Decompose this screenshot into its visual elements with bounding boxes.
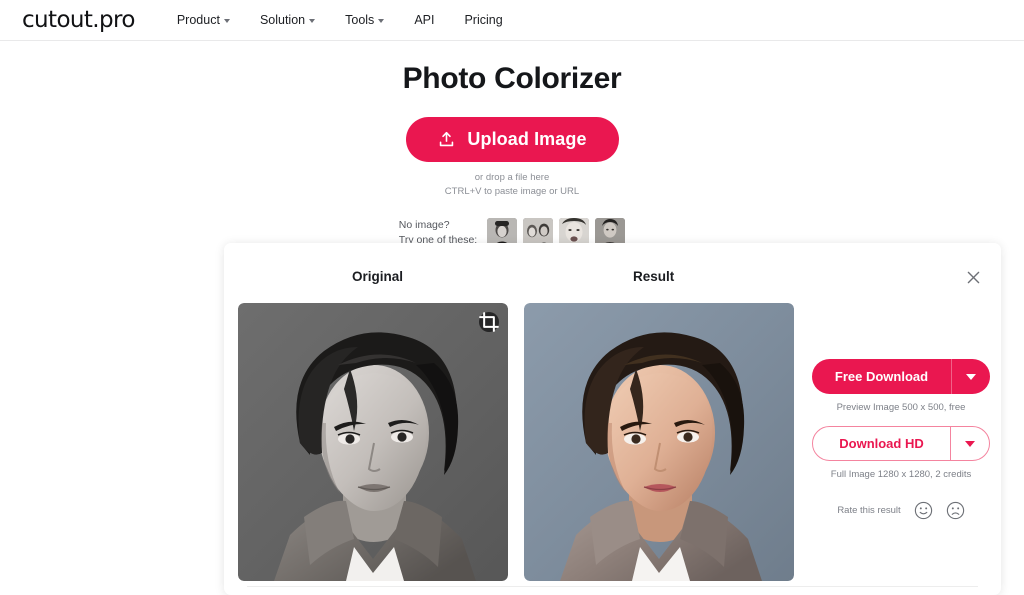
close-icon (967, 271, 979, 283)
upload-button-label: Upload Image (467, 129, 587, 149)
rate-result-label: Rate this result (837, 505, 901, 516)
crop-icon (479, 312, 499, 332)
nav-item-label: Solution (259, 13, 306, 27)
crop-image-button[interactable] (479, 312, 499, 332)
nav-item-label: Pricing (464, 13, 503, 27)
drop-hint-line-2: CTRL+V to paste image or URL (444, 185, 580, 197)
download-hd-dropdown-toggle[interactable] (951, 427, 989, 460)
free-download-dropdown-toggle[interactable] (952, 359, 990, 394)
free-download-button[interactable]: Free Download (812, 359, 990, 394)
nav-item-pricing[interactable]: Pricing (464, 13, 502, 27)
rate-result-row: Rate this result (812, 501, 990, 520)
main-navigation: Product Solution Tools API Pricing (177, 13, 503, 27)
drop-hint-line-1: or drop a file here (474, 172, 550, 183)
nav-item-label: Product (176, 13, 220, 27)
upload-image-button[interactable]: Upload Image (405, 117, 619, 162)
drop-file-hint: or drop a file here CTRL+V to paste imag… (0, 171, 1024, 199)
download-hd-note: Full Image 1280 x 1280, 2 credits (830, 469, 972, 480)
nav-item-api[interactable]: API (414, 13, 434, 27)
chevron-down-icon (965, 440, 975, 447)
result-portrait-image (524, 303, 794, 581)
close-panel-button[interactable] (963, 267, 983, 287)
free-download-note: Preview Image 500 x 500, free (836, 402, 966, 413)
smiley-happy-icon[interactable] (914, 501, 933, 520)
sample-prompt-line-1: No image? (398, 218, 450, 231)
original-portrait-image (238, 303, 508, 581)
nav-item-product[interactable]: Product (177, 13, 230, 27)
nav-item-tools[interactable]: Tools (345, 13, 385, 27)
page-title: Photo Colorizer (402, 62, 622, 95)
nav-item-label: API (414, 13, 435, 27)
site-logo[interactable]: cutout.pro (22, 7, 135, 33)
download-hd-label: Download HD (813, 427, 951, 460)
chevron-down-icon (223, 19, 230, 23)
top-navbar: cutout.pro Product Solution Tools API Pr… (0, 0, 1024, 41)
original-image-frame (238, 303, 508, 581)
smiley-sad-icon[interactable] (946, 501, 965, 520)
nav-item-solution[interactable]: Solution (259, 13, 316, 27)
upload-icon (440, 131, 454, 147)
chevron-down-icon (309, 19, 316, 23)
hero-section: Photo Colorizer Upload Image or drop a f… (0, 41, 1024, 248)
result-column-label: Result (633, 269, 675, 284)
download-actions: Free Download Preview Image 500 x 500, f… (812, 359, 990, 520)
chevron-down-icon (378, 19, 385, 23)
free-download-label: Free Download (812, 359, 952, 394)
original-column-label: Original (352, 269, 404, 284)
result-image-frame (524, 303, 794, 581)
chevron-down-icon (966, 373, 976, 380)
download-hd-button[interactable]: Download HD (812, 426, 990, 461)
result-panel: Original Result Free Download Preview Im… (224, 243, 1001, 595)
nav-item-label: Tools (345, 13, 375, 27)
panel-bottom-divider (247, 586, 978, 587)
